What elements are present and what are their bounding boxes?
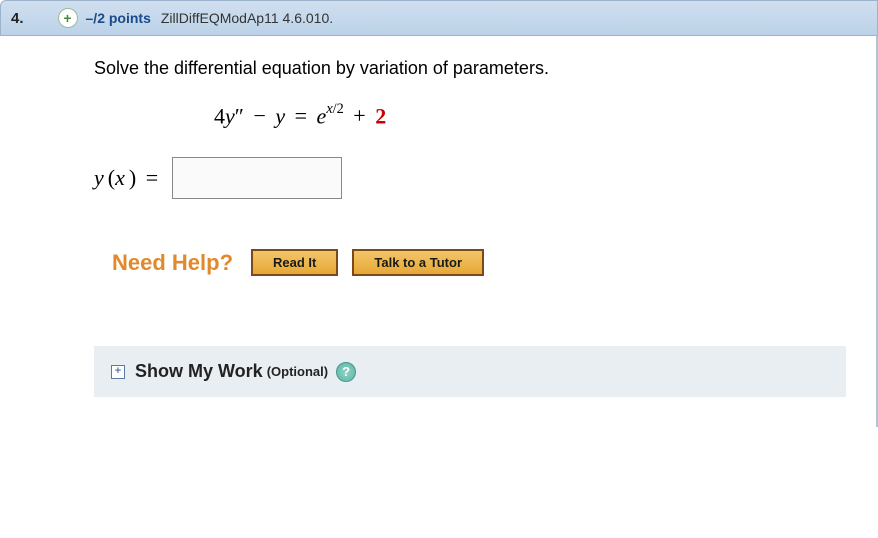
coef-4: 4 bbox=[214, 103, 225, 128]
plus-icon[interactable]: + bbox=[58, 8, 78, 28]
var-y1: y bbox=[225, 103, 235, 128]
read-it-button[interactable]: Read It bbox=[251, 249, 338, 276]
question-body: Solve the differential equation by varia… bbox=[4, 36, 878, 427]
exp-div2: /2 bbox=[333, 101, 344, 117]
minus-sign: − bbox=[253, 103, 265, 128]
constant-2: 2 bbox=[375, 103, 386, 128]
answer-input[interactable] bbox=[172, 157, 342, 199]
question-header: 4. + –/2 points ZillDiffEQModAp11 4.6.01… bbox=[0, 0, 878, 36]
answer-row: y(x) = bbox=[94, 157, 876, 199]
base-e: e bbox=[317, 103, 327, 128]
plus-sign: + bbox=[353, 103, 365, 128]
optional-label: (Optional) bbox=[267, 364, 328, 379]
paren-open: ( bbox=[108, 165, 115, 190]
talk-to-tutor-button[interactable]: Talk to a Tutor bbox=[352, 249, 484, 276]
show-my-work-panel[interactable]: + Show My Work (Optional) ? bbox=[94, 346, 846, 397]
reference-label: ZillDiffEQModAp11 4.6.010. bbox=[161, 10, 333, 26]
double-prime: ″ bbox=[235, 103, 244, 128]
expand-plus-icon[interactable]: + bbox=[111, 365, 125, 379]
answer-label: y(x) = bbox=[94, 165, 158, 191]
answer-equals: = bbox=[146, 165, 158, 190]
help-question-icon[interactable]: ? bbox=[336, 362, 356, 382]
help-row: Need Help? Read It Talk to a Tutor bbox=[112, 249, 876, 276]
equals-sign: = bbox=[295, 103, 307, 128]
prompt-text: Solve the differential equation by varia… bbox=[94, 58, 876, 79]
equation: 4y″ − y = ex/2 + 2 bbox=[214, 103, 876, 129]
need-help-label: Need Help? bbox=[112, 250, 233, 276]
paren-close: ) bbox=[129, 165, 136, 190]
label-x: x bbox=[115, 165, 125, 190]
label-y: y bbox=[94, 165, 104, 190]
points-label[interactable]: –/2 points bbox=[86, 10, 151, 26]
show-my-work-title: Show My Work bbox=[135, 361, 263, 382]
question-number: 4. bbox=[11, 10, 24, 27]
var-y2: y bbox=[275, 103, 285, 128]
